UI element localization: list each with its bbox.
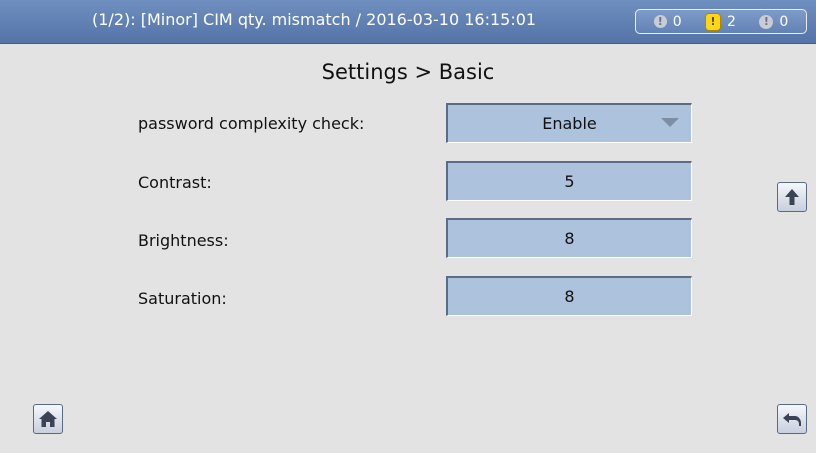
back-icon — [783, 413, 801, 426]
brightness-field[interactable]: 8 — [446, 218, 692, 258]
arrow-up-icon — [785, 189, 799, 205]
saturation-value: 8 — [564, 287, 575, 306]
brightness-value: 8 — [564, 229, 575, 248]
contrast-label: Contrast: — [138, 173, 212, 192]
major-alarm-counter: ! 2 — [705, 12, 736, 31]
password-complexity-dropdown[interactable]: Enable — [446, 103, 692, 143]
contrast-field[interactable]: 5 — [446, 161, 692, 201]
critical-alarm-icon: ! — [653, 15, 667, 28]
scroll-up-button[interactable] — [777, 182, 807, 212]
home-button[interactable] — [33, 404, 63, 434]
home-icon — [39, 411, 57, 427]
brightness-label: Brightness: — [138, 231, 229, 250]
saturation-label: Saturation: — [138, 289, 227, 308]
page-title: Settings > Basic — [321, 60, 495, 84]
alarm-message[interactable]: (1/2): [Minor] CIM qty. mismatch / 2016-… — [92, 10, 536, 29]
alarm-counters[interactable]: ! 0 ! 2 ! 0 — [635, 9, 807, 34]
major-alarm-icon: ! — [705, 12, 722, 31]
minor-alarm-icon: ! — [759, 14, 774, 29]
password-complexity-label: password complexity check: — [138, 114, 365, 133]
critical-alarm-counter: ! 0 — [653, 13, 682, 30]
saturation-field[interactable]: 8 — [446, 276, 692, 316]
alarm-bar[interactable]: (1/2): [Minor] CIM qty. mismatch / 2016-… — [0, 0, 816, 44]
contrast-value: 5 — [564, 172, 575, 191]
dropdown-arrow-icon — [661, 118, 679, 127]
critical-alarm-count: 0 — [672, 13, 682, 30]
major-alarm-count: 2 — [727, 13, 736, 30]
minor-alarm-counter: ! 0 — [759, 14, 788, 30]
minor-alarm-count: 0 — [779, 13, 789, 30]
back-button[interactable] — [777, 404, 807, 434]
password-complexity-value: Enable — [542, 114, 597, 133]
